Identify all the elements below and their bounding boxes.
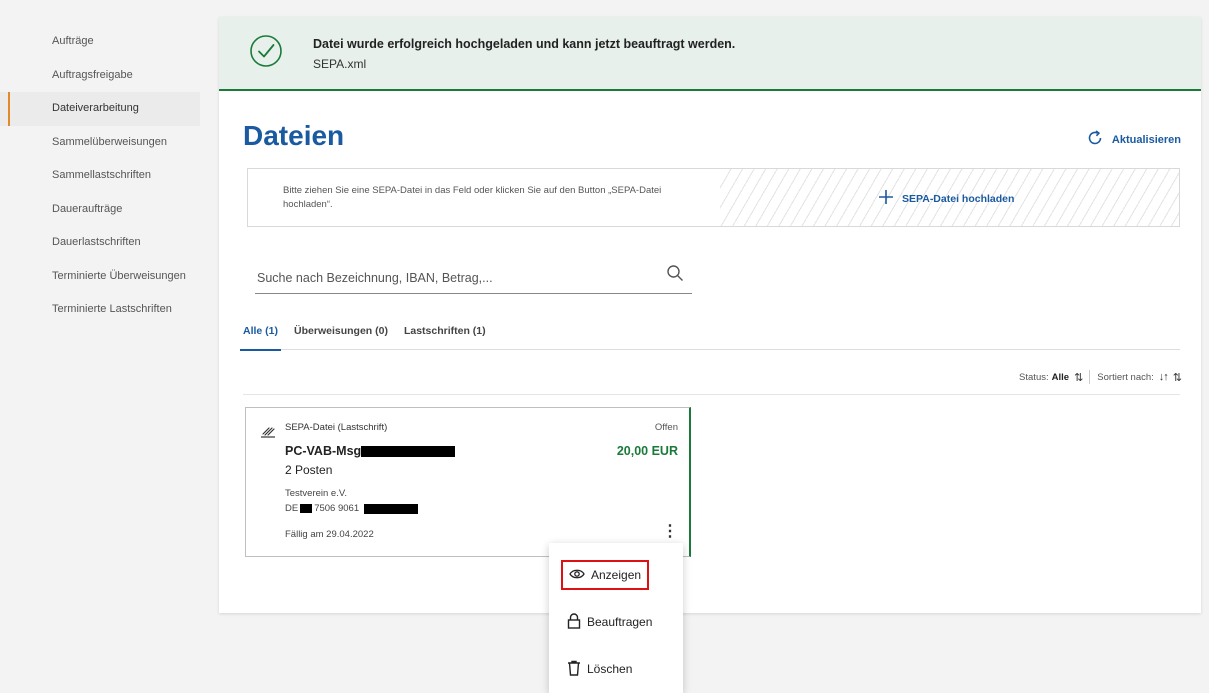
sort-direction-icon[interactable]: ↓↑: [1159, 371, 1169, 383]
list-divider: [243, 394, 1180, 395]
refresh-button[interactable]: Aktualisieren: [1086, 129, 1181, 150]
success-alert: Datei wurde erfolgreich hochgeladen und …: [219, 17, 1201, 91]
sidebar-item-sammellastschriften[interactable]: Sammellastschriften: [0, 159, 200, 193]
context-menu: Anzeigen Beauftragen Löschen: [549, 543, 683, 693]
tab-alle[interactable]: Alle (1): [239, 320, 282, 351]
sidebar-item-dauerauftraege[interactable]: Daueraufträge: [0, 193, 200, 227]
sort-filter-bar: Status: Alle ⇅ Sortiert nach: ↓↑ ⇅: [1019, 370, 1182, 384]
iban-prefix: DE: [285, 503, 299, 514]
menu-item-label: Anzeigen: [591, 568, 642, 582]
card-amount: 20,00 EUR: [616, 444, 678, 458]
card-account-holder: Testverein e.V.: [285, 488, 347, 499]
sidebar: Aufträge Auftragsfreigabe Dateiverarbeit…: [0, 25, 200, 327]
trash-icon: [567, 660, 581, 679]
sidebar-item-dateiverarbeitung[interactable]: Dateiverarbeitung: [0, 92, 200, 126]
alert-filename: SEPA.xml: [313, 57, 367, 71]
status-filter-label: Status:: [1019, 371, 1049, 383]
search-input[interactable]: [255, 270, 655, 286]
card-name: PC-VAB-Msg: [285, 444, 456, 458]
card-name-text: PC-VAB-Msg: [285, 444, 362, 458]
plus-icon: [878, 189, 894, 208]
refresh-label: Aktualisieren: [1111, 133, 1181, 146]
card-status: Offen: [654, 422, 678, 433]
tab-ueberweisungen[interactable]: Überweisungen (0): [294, 320, 388, 350]
menu-item-label: Beauftragen: [587, 615, 653, 629]
redacted-block: [364, 503, 419, 514]
sepa-file-card[interactable]: SEPA-Datei (Lastschrift) Offen PC-VAB-Ms…: [245, 407, 691, 557]
menu-item-label: Löschen: [587, 662, 633, 676]
check-circle-icon: [246, 31, 286, 71]
search-field: [255, 258, 692, 294]
sort-divider: [1089, 370, 1091, 384]
tab-bar: Alle (1) Überweisungen (0) Lastschriften…: [239, 320, 1180, 351]
page-title: Dateien: [243, 120, 345, 151]
upload-dropzone[interactable]: Bitte ziehen Sie eine SEPA-Datei in das …: [247, 168, 1180, 227]
main-panel: Datei wurde erfolgreich hochgeladen und …: [219, 17, 1201, 613]
signature-icon: [260, 424, 276, 443]
alert-title: Datei wurde erfolgreich hochgeladen und …: [313, 37, 736, 51]
refresh-icon: [1086, 129, 1104, 150]
card-type: SEPA-Datei (Lastschrift): [285, 422, 388, 433]
card-due-date: Fällig am 29.04.2022: [285, 529, 374, 540]
upload-sepa-button[interactable]: SEPA-Datei hochladen: [878, 189, 1014, 208]
menu-item-anzeigen[interactable]: Anzeigen: [561, 560, 650, 590]
sort-options-icon[interactable]: ⇅: [1173, 371, 1182, 384]
sort-label: Sortiert nach:: [1097, 371, 1154, 383]
menu-item-loeschen[interactable]: Löschen: [561, 654, 638, 684]
menu-item-beauftragen[interactable]: Beauftragen: [561, 607, 658, 637]
redacted-block: [300, 504, 313, 513]
sidebar-item-auftragsfreigabe[interactable]: Auftragsfreigabe: [0, 59, 200, 93]
more-options-icon[interactable]: ⋮: [662, 524, 678, 540]
upload-hint: Bitte ziehen Sie eine SEPA-Datei in das …: [283, 185, 662, 210]
iban-middle: 7506 9061: [314, 503, 360, 514]
sidebar-item-sammelueberweisungen[interactable]: Sammelüberweisungen: [0, 126, 200, 160]
card-posten-count: 2 Posten: [285, 463, 333, 477]
tab-lastschriften[interactable]: Lastschriften (1): [404, 320, 486, 350]
redacted-block: [361, 445, 456, 457]
sidebar-item-terminierte-ueberweisungen[interactable]: Terminierte Überweisungen: [0, 260, 200, 294]
search-icon[interactable]: [666, 264, 684, 287]
sidebar-item-terminierte-lastschriften[interactable]: Terminierte Lastschriften: [0, 293, 200, 327]
sidebar-item-auftraege[interactable]: Aufträge: [0, 25, 200, 59]
filter-icon[interactable]: ⇅: [1074, 371, 1083, 384]
eye-icon: [569, 568, 585, 583]
card-iban: DE 7506 9061: [285, 503, 419, 514]
lock-icon: [567, 612, 581, 632]
upload-button-label: SEPA-Datei hochladen: [902, 192, 1015, 205]
status-filter-value[interactable]: Alle: [1052, 372, 1069, 383]
sidebar-item-dauerlastschriften[interactable]: Dauerlastschriften: [0, 226, 200, 260]
